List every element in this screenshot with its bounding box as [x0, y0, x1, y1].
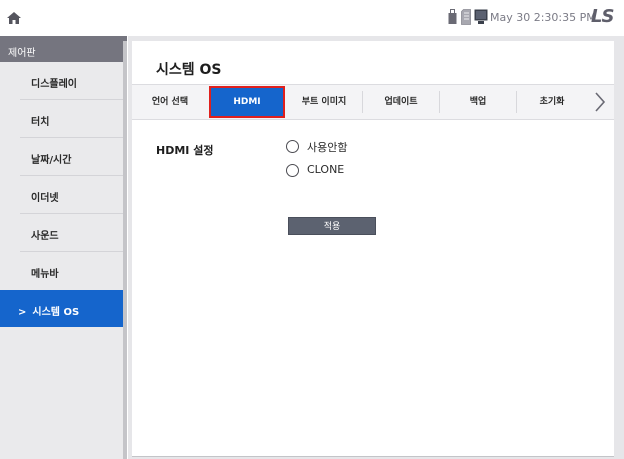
datetime-display: May 30 2:30:35 PM — [490, 11, 596, 24]
sidebar-item-label: 사운드 — [31, 231, 59, 242]
tab-update[interactable]: 업데이트 — [363, 85, 439, 119]
main-area: 시스템 OS 언어 선택 HDMI 부트 이미지 업데이트 백업 초기화 HDM… — [128, 36, 624, 459]
chevron-right-icon[interactable] — [592, 91, 608, 113]
radio-label: 사용안함 — [307, 141, 348, 154]
sidebar-item-system-os[interactable]: > 시스템 OS — [0, 290, 126, 327]
sidebar-item-label: 터치 — [31, 117, 50, 128]
page-title: 시스템 OS — [156, 62, 222, 78]
home-icon[interactable] — [6, 11, 22, 25]
sidebar-item-ethernet[interactable]: 이더넷 — [0, 176, 126, 213]
usb-icon — [448, 9, 457, 24]
tab-reset[interactable]: 초기화 — [517, 85, 587, 119]
sidebar-item-label: 메뉴바 — [31, 269, 59, 280]
hdmi-setting-label: HDMI 설정 — [156, 144, 214, 157]
sd-card-icon — [461, 9, 471, 25]
sidebar-item-label: 시스템 OS — [32, 307, 80, 318]
chevron-right-icon: > — [18, 307, 27, 318]
tab-hdmi[interactable]: HDMI — [209, 86, 285, 118]
sidebar-scrollbar[interactable] — [123, 41, 127, 459]
sidebar-item-label: 날짜/시간 — [31, 155, 72, 166]
sidebar-item-menubar[interactable]: 메뉴바 — [0, 252, 126, 289]
apply-button[interactable]: 적용 — [288, 217, 376, 235]
app-window: May 30 2:30:35 PM LS 제어판 디스플레이 터치 날짜/시간 … — [0, 0, 624, 459]
sidebar-item-display[interactable]: 디스플레이 — [0, 62, 126, 99]
sidebar-item-touch[interactable]: 터치 — [0, 100, 126, 137]
sidebar-item-label: 이더넷 — [31, 193, 59, 204]
content-panel: 시스템 OS 언어 선택 HDMI 부트 이미지 업데이트 백업 초기화 HDM… — [132, 41, 614, 457]
sidebar: 제어판 디스플레이 터치 날짜/시간 이더넷 사운드 메뉴바 > 시스템 OS — [0, 36, 127, 459]
radio-button[interactable] — [286, 164, 299, 177]
radio-label: CLONE — [307, 163, 345, 176]
sidebar-item-sound[interactable]: 사운드 — [0, 214, 126, 251]
tab-bar: 언어 선택 HDMI 부트 이미지 업데이트 백업 초기화 — [132, 84, 614, 120]
sidebar-header: 제어판 — [0, 36, 127, 62]
tab-backup[interactable]: 백업 — [440, 85, 516, 119]
sidebar-item-label: 디스플레이 — [31, 79, 77, 90]
tab-boot-image[interactable]: 부트 이미지 — [286, 85, 362, 119]
status-bar: May 30 2:30:35 PM LS — [0, 0, 624, 36]
tab-language[interactable]: 언어 선택 — [132, 85, 208, 119]
sidebar-item-date-time[interactable]: 날짜/시간 — [0, 138, 126, 175]
ls-logo: LS — [591, 6, 614, 27]
radio-button[interactable] — [286, 140, 299, 153]
monitor-icon — [474, 9, 488, 24]
